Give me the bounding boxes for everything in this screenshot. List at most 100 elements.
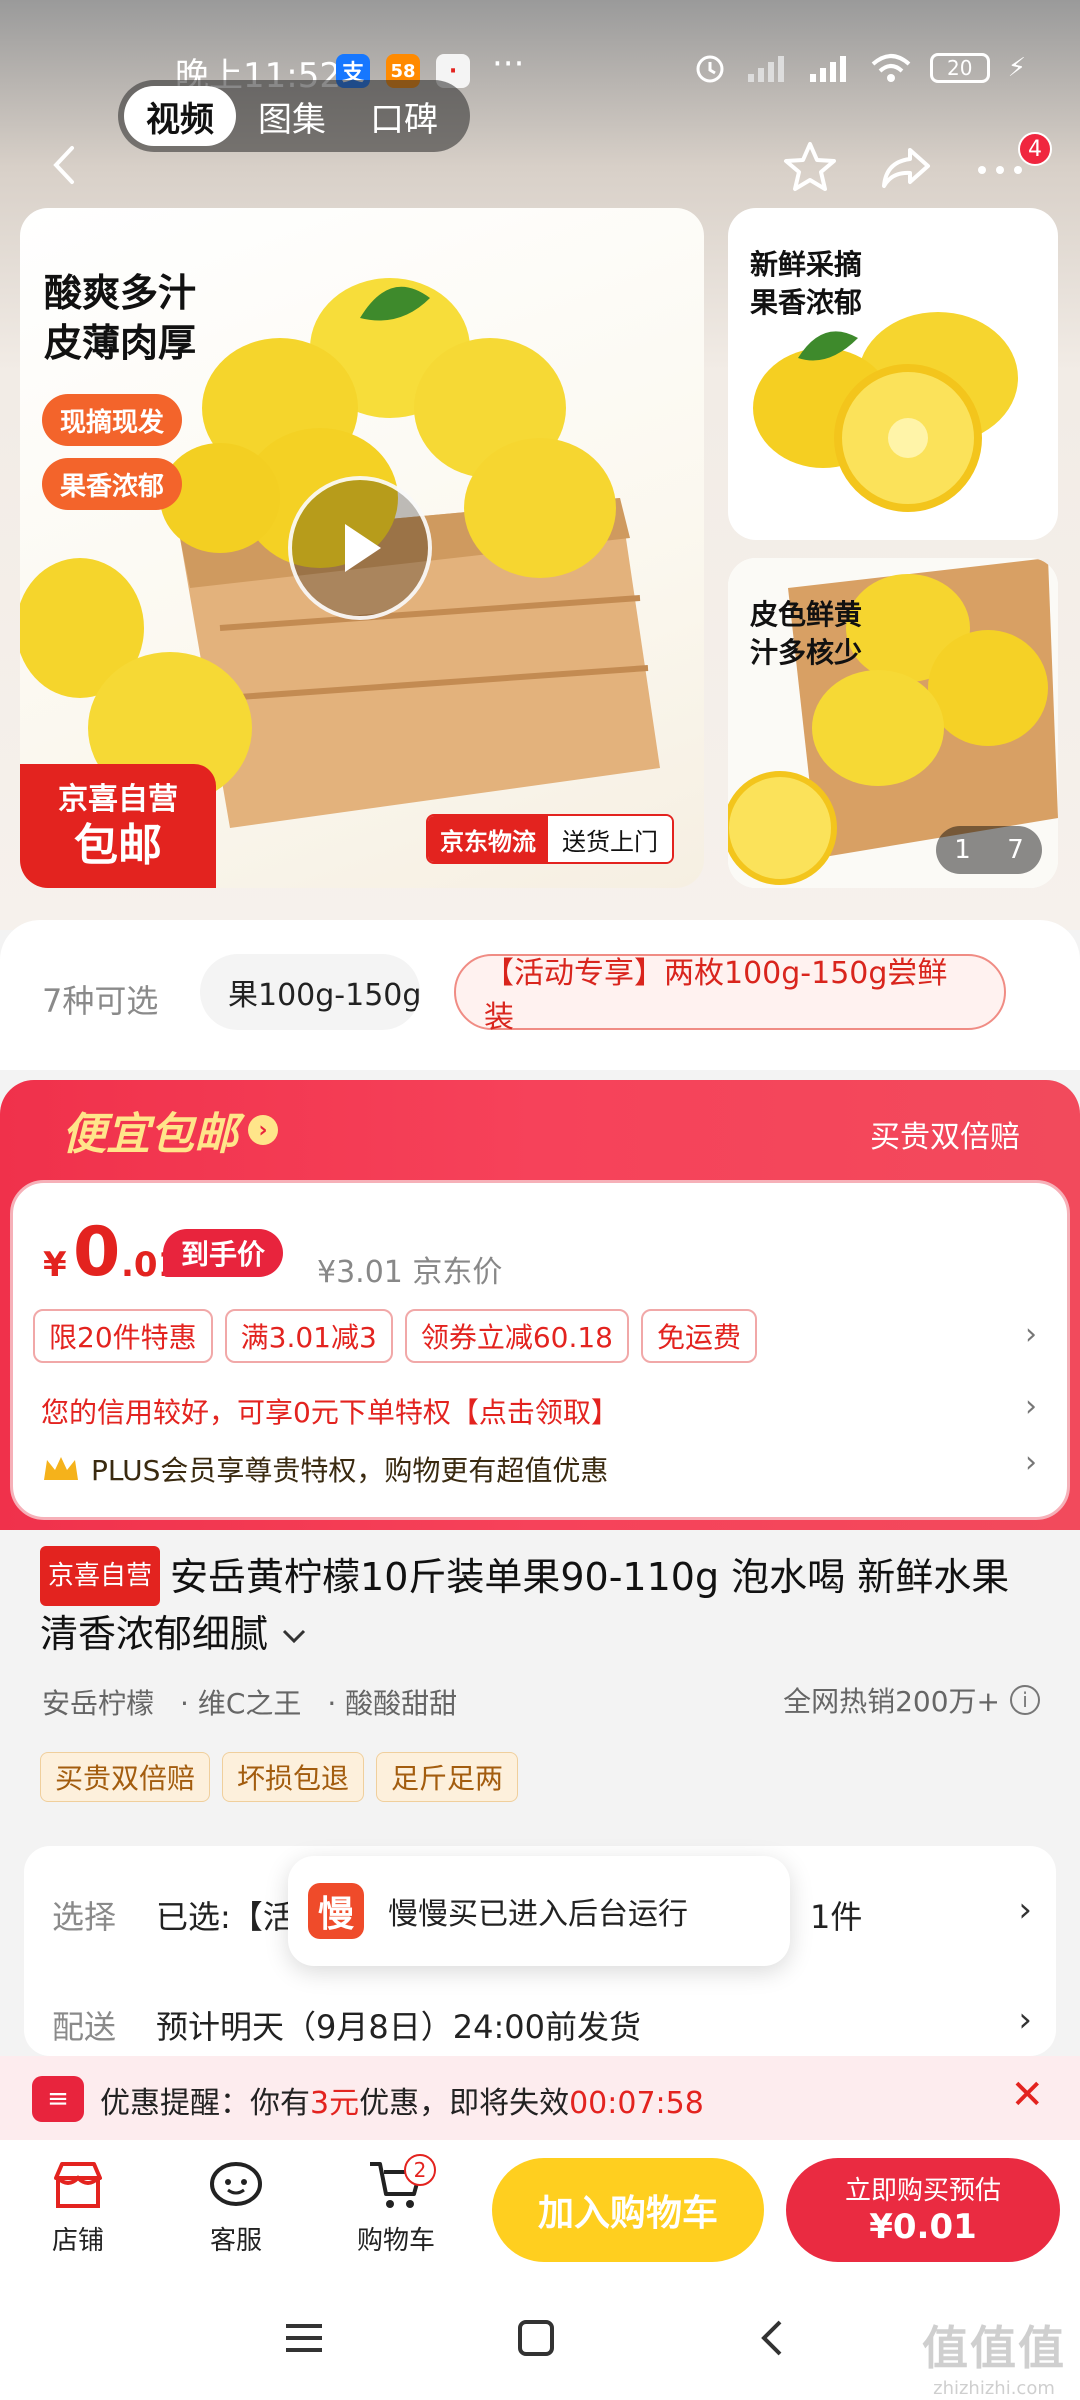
close-icon[interactable]: ✕ xyxy=(1010,2072,1044,2118)
delivery-label: 送货上门 xyxy=(548,816,672,862)
delivery-row[interactable]: 配送 预计明天（9月8日）24:00前发货 xyxy=(52,2002,641,2048)
share-icon[interactable] xyxy=(876,138,936,198)
final-price-tag: 到手价 xyxy=(163,1229,284,1277)
price-card: ¥ 0 .01 到手价 ¥3.01 京东价 限20件特惠 满3.01减3 领券立… xyxy=(10,1180,1070,1520)
cart-button[interactable]: 购物车 xyxy=(336,2158,456,2257)
notification-badge: 4 xyxy=(1018,132,1052,166)
spec-chip-trial[interactable]: 【活动专享】两枚100g-150g尝鲜装 xyxy=(454,954,1006,1035)
delivery-label: 配送 xyxy=(52,2008,117,2046)
home-icon[interactable] xyxy=(514,2316,558,2360)
promo-pill-fragrant: 果香浓郁 xyxy=(42,458,183,510)
product-tags: 安岳柠檬 · 维C之王 · 酸酸甜甜 xyxy=(42,1682,457,1722)
tab-reviews[interactable]: 口碑 xyxy=(348,86,460,146)
gallery-thumbnail-2[interactable]: 皮色鲜黄 汁多核少 1 7 xyxy=(728,558,1058,888)
select-value: 已选:【活 xyxy=(156,1898,295,1936)
add-to-cart-button[interactable]: 加入购物车 xyxy=(492,2158,764,2262)
buy-now-button[interactable]: 立即购买预估 ¥0.01 xyxy=(786,2158,1060,2262)
coupon-tag: 满3.01减3 xyxy=(224,1309,393,1363)
play-icon xyxy=(345,524,381,572)
spec-chip-standard[interactable]: 果100g-150g xyxy=(200,954,420,1030)
page-total: 7 xyxy=(1007,835,1024,865)
chevron-right-icon[interactable]: › xyxy=(1025,1389,1037,1424)
chevron-right-icon[interactable]: › xyxy=(1025,1445,1037,1480)
spec-selector: 7种可选 果100g-150g 【活动专享】两枚100g-150g尝鲜装 xyxy=(0,920,1080,1070)
caption-line-1: 新鲜采摘 xyxy=(750,248,863,281)
headline-line-1: 酸爽多汁 xyxy=(44,271,197,315)
chevron-right-icon: › xyxy=(248,1115,278,1145)
product-title[interactable]: 京喜自营 安岳黄柠檬10斤装单果90-110g 泡水喝 新鲜水果 清香浓郁细腻 xyxy=(40,1546,1050,1662)
hot-sales-text: 全网热销200万+ xyxy=(783,1685,1000,1718)
corner-label-2: 包邮 xyxy=(74,820,162,871)
alarm-icon xyxy=(696,55,724,83)
status-indicators: 20 ⚡ xyxy=(692,50,1026,86)
shop-label: 店铺 xyxy=(51,2226,104,2256)
buy-now-price: ¥0.01 xyxy=(869,2207,977,2247)
reminder-middle: 优惠，即将失效 xyxy=(359,2086,570,2121)
delivery-value: 预计明天（9月8日）24:00前发货 xyxy=(156,2008,641,2046)
charging-icon: ⚡ xyxy=(1007,53,1026,83)
play-button[interactable] xyxy=(288,476,432,620)
thumbnail-1-caption: 新鲜采摘 果香浓郁 xyxy=(750,246,862,322)
guarantee-tag: 足斤足两 xyxy=(376,1752,519,1802)
guarantee-tag: 坏损包退 xyxy=(222,1752,365,1802)
caption-line-2: 汁多核少 xyxy=(750,636,863,669)
media-tabs: 视频 图集 口碑 xyxy=(118,80,470,152)
chevron-right-icon[interactable]: › xyxy=(1018,2000,1032,2040)
manmanmai-icon: 慢 xyxy=(308,1883,364,1939)
reminder-countdown: 00:07:58 xyxy=(569,2086,704,2121)
watermark-main: 值值值 xyxy=(922,2321,1066,2375)
spec-count[interactable]: 7种可选 xyxy=(42,976,158,1022)
buy-now-label: 立即购买预估 xyxy=(844,2176,1001,2206)
toast-text: 慢慢买已进入后台运行 xyxy=(388,1897,688,1932)
jingxi-corner-badge: 京喜自营 包邮 xyxy=(20,764,216,888)
background-run-toast: 慢 慢慢买已进入后台运行 xyxy=(288,1856,790,1966)
headline-line-2: 皮薄肉厚 xyxy=(44,321,197,365)
select-row[interactable]: 选择 已选:【活 xyxy=(52,1892,295,1938)
product-gallery: 晚上11:52 支 58 · ··· 20 ⚡ 视频 图集 口碑 4 酸爽多汁 … xyxy=(0,0,1080,930)
shop-icon xyxy=(54,2162,102,2208)
price-guarantee-label: 买贵双倍赔 xyxy=(870,1120,1020,1155)
price-currency: ¥ xyxy=(43,1245,67,1285)
product-tag: · 酸酸甜甜 xyxy=(327,1687,458,1720)
coupon-tag: 限20件特惠 xyxy=(33,1309,213,1363)
crown-icon xyxy=(44,1457,78,1480)
product-info: 京喜自营 安岳黄柠檬10斤装单果90-110g 泡水喝 新鲜水果 清香浓郁细腻 安… xyxy=(0,1530,1080,1840)
wifi-icon xyxy=(871,54,911,82)
service-label: 客服 xyxy=(209,2226,262,2256)
price-integer: 0 xyxy=(73,1213,121,1292)
favorite-star-icon[interactable] xyxy=(780,138,840,198)
plus-membership-link[interactable]: PLUS会员享尊贵特权，购物更有超值优惠 xyxy=(41,1449,608,1489)
back-arrow-icon[interactable] xyxy=(40,140,90,190)
original-price: ¥3.01 京东价 xyxy=(317,1255,503,1290)
logistics-label: 京东物流 xyxy=(428,816,548,862)
guarantee-tag: 买贵双倍赔 xyxy=(40,1752,211,1802)
reminder-amount: 3元 xyxy=(310,2086,360,2121)
product-tag: · 维C之王 xyxy=(180,1687,302,1720)
more-notifications-icon: ··· xyxy=(492,44,525,84)
main-product-video[interactable]: 酸爽多汁 皮薄肉厚 现摘现发 果香浓郁 京喜自营 包邮 京东物流 送货上门 xyxy=(20,208,704,888)
gallery-thumbnail-1[interactable]: 新鲜采摘 果香浓郁 xyxy=(728,208,1058,540)
gallery-page-indicator: 1 7 xyxy=(936,826,1042,874)
credit-privilege-link[interactable]: 您的信用较好，可享0元下单特权【点击领取】 xyxy=(41,1391,619,1431)
shop-button[interactable]: 店铺 xyxy=(18,2158,138,2257)
cheap-free-shipping-link[interactable]: 便宜包邮 › xyxy=(62,1098,278,1162)
corner-label-1: 京喜自营 xyxy=(58,782,178,817)
guarantee-list[interactable]: 买贵双倍赔 坏损包退 足斤足两 xyxy=(40,1752,519,1802)
caption-line-2: 果香浓郁 xyxy=(750,286,863,319)
menu-icon[interactable] xyxy=(282,2316,326,2360)
system-navigation-bar xyxy=(0,2280,1080,2400)
chevron-down-icon[interactable] xyxy=(280,1627,308,1647)
hot-sales[interactable]: 全网热销200万+ i xyxy=(783,1680,1040,1720)
page-current: 1 xyxy=(954,835,971,865)
cart-label: 购物车 xyxy=(356,2226,435,2256)
coupon-list[interactable]: 限20件特惠 满3.01减3 领券立减60.18 免运费 xyxy=(33,1309,757,1363)
chevron-right-icon[interactable]: › xyxy=(1018,1890,1032,1930)
promo-pill-fresh: 现摘现发 xyxy=(42,394,183,446)
chevron-right-icon[interactable]: › xyxy=(1025,1317,1037,1352)
battery-icon: 20 xyxy=(929,53,990,83)
tab-video[interactable]: 视频 xyxy=(124,86,236,146)
discount-reminder-bar[interactable]: ≡ 优惠提醒：你有3元优惠，即将失效00:07:58 ✕ xyxy=(0,2056,1080,2140)
back-icon[interactable] xyxy=(752,2316,796,2360)
customer-service-button[interactable]: 客服 xyxy=(176,2158,296,2257)
tab-gallery[interactable]: 图集 xyxy=(236,86,348,146)
